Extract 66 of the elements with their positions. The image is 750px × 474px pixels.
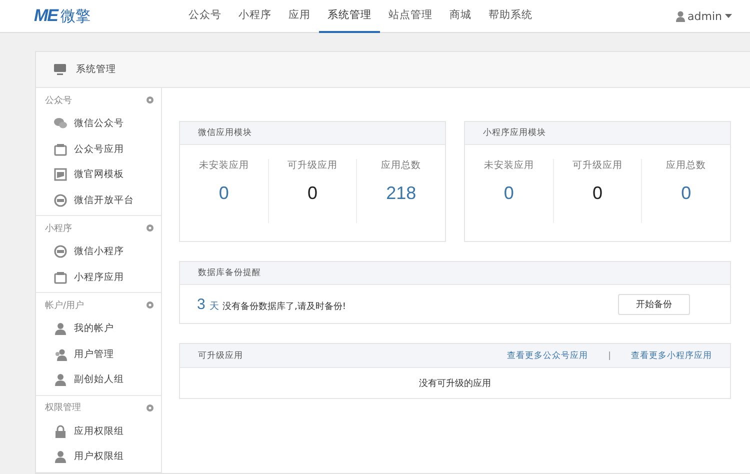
user-icon bbox=[676, 10, 685, 22]
circle-icon bbox=[54, 194, 67, 207]
sidebar-item[interactable]: 用户管理 bbox=[36, 342, 161, 367]
stat-label: 未安装应用 bbox=[198, 159, 249, 172]
gear-icon bbox=[146, 404, 154, 412]
stat-label: 未安装应用 bbox=[484, 159, 534, 172]
link-separator: | bbox=[608, 350, 611, 360]
person-icon bbox=[54, 450, 67, 464]
logo-text: 微擎 bbox=[60, 6, 90, 26]
group-title: 权限管理 bbox=[45, 402, 81, 414]
gear-icon bbox=[146, 301, 154, 309]
sidebar-item[interactable]: 应用权限组 bbox=[36, 418, 161, 444]
stat-label: 可升级应用 bbox=[288, 159, 338, 172]
sidebar-item[interactable]: 小程序应用 bbox=[36, 264, 161, 290]
stat-value: 0 bbox=[592, 183, 603, 204]
logo-mark: ME bbox=[34, 6, 58, 26]
panel-title: 系统管理 bbox=[76, 63, 116, 76]
stat-label: 可升级应用 bbox=[572, 159, 622, 172]
sidebar-item[interactable]: 微官网模板 bbox=[36, 162, 161, 188]
backup-reminder-text: 3 天 没有备份数据库了,请及时备份! bbox=[197, 296, 346, 312]
card-header: 数据库备份提醒 bbox=[180, 262, 730, 285]
start-backup-button[interactable]: 开始备份 bbox=[618, 294, 690, 314]
nav-tab[interactable]: 站点管理 bbox=[380, 0, 441, 32]
stat-value: 218 bbox=[386, 183, 416, 204]
nav-tab[interactable]: 公众号 bbox=[180, 0, 230, 32]
image-icon bbox=[54, 168, 67, 182]
sidebar-item[interactable]: 微信公众号 bbox=[36, 111, 161, 136]
bag-icon bbox=[54, 142, 67, 156]
sidebar-item[interactable]: 副创始人组 bbox=[36, 367, 161, 392]
lock-icon bbox=[54, 424, 67, 438]
people-icon bbox=[54, 348, 67, 361]
nav-tab[interactable]: 小程序 bbox=[230, 0, 280, 32]
group-title: 公众号 bbox=[45, 94, 72, 106]
nav-tab[interactable]: 商城 bbox=[441, 0, 480, 32]
stat-value: 0 bbox=[681, 183, 692, 204]
card-header: 小程序应用模块 bbox=[465, 122, 730, 145]
group-title: 帐户/用户 bbox=[45, 300, 84, 312]
card-title: 可升级应用 bbox=[198, 350, 243, 362]
stat-value: 0 bbox=[308, 183, 318, 204]
sidebar-item[interactable]: 公众号应用 bbox=[36, 136, 161, 162]
monitor-icon bbox=[54, 64, 66, 75]
caret-icon bbox=[725, 14, 732, 18]
stat-value: 0 bbox=[504, 183, 514, 204]
sidebar-item[interactable]: 微信小程序 bbox=[36, 239, 161, 264]
more-apps-link[interactable]: 查看更多公众号应用 bbox=[507, 350, 588, 362]
chat-bubble-icon bbox=[54, 117, 67, 130]
group-title: 小程序 bbox=[45, 222, 72, 234]
person-icon bbox=[54, 373, 67, 386]
person-icon bbox=[54, 322, 67, 336]
more-apps-link[interactable]: 查看更多小程序应用 bbox=[631, 350, 712, 362]
user-menu[interactable]: admin bbox=[676, 10, 732, 22]
nav-tab[interactable]: 应用 bbox=[280, 0, 319, 32]
sidebar-item[interactable]: 微信开放平台 bbox=[36, 188, 161, 213]
card-header: 微信应用模块 bbox=[180, 122, 445, 145]
sidebar-item[interactable]: 用户权限组 bbox=[36, 444, 161, 470]
circle-icon bbox=[54, 245, 67, 258]
bag-icon bbox=[54, 270, 67, 284]
sidebar-item[interactable]: 我的帐户 bbox=[36, 316, 161, 342]
stat-label: 应用总数 bbox=[666, 159, 706, 172]
nav-tab[interactable]: 系统管理 bbox=[319, 0, 380, 32]
stat-value: 0 bbox=[218, 183, 229, 204]
nav-tab[interactable]: 帮助系统 bbox=[480, 0, 541, 32]
gear-icon bbox=[146, 224, 154, 232]
gear-icon bbox=[146, 96, 154, 104]
stat-label: 应用总数 bbox=[381, 159, 422, 172]
empty-message: 没有可升级的应用 bbox=[418, 378, 492, 390]
